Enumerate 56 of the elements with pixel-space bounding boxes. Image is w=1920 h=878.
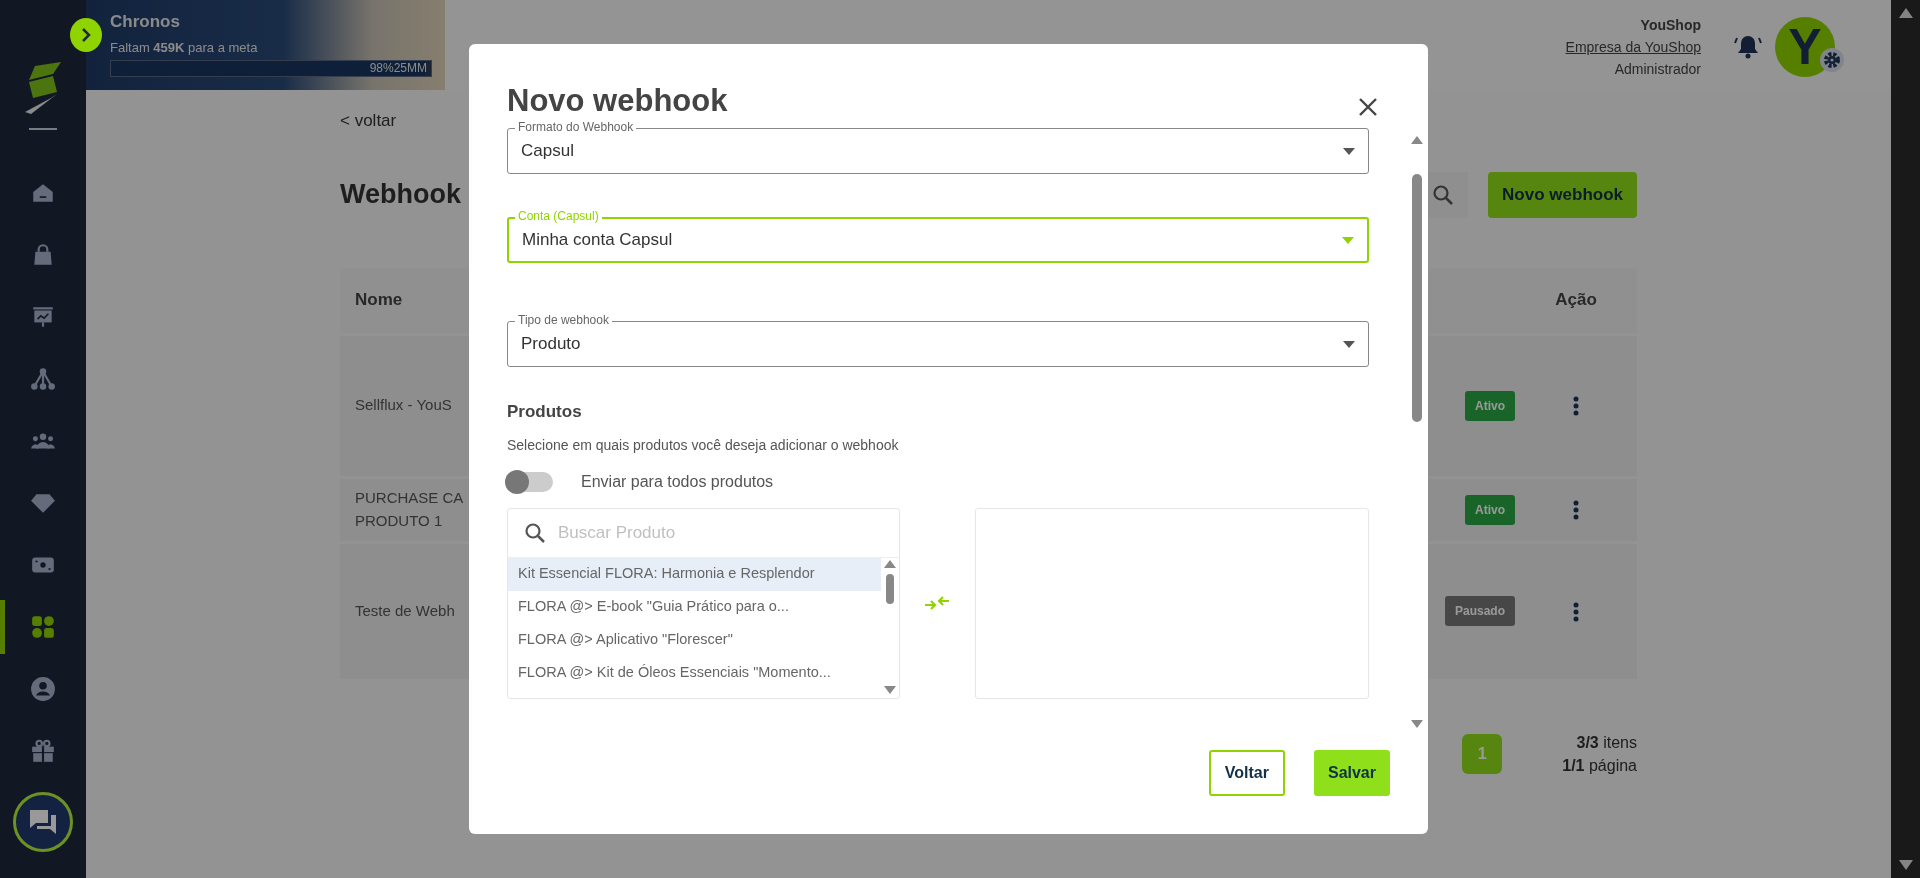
kebab-icon [1573, 500, 1579, 521]
items-count: 3/3 itens [1575, 732, 1637, 753]
network-icon [30, 366, 56, 392]
settings-icon[interactable] [1819, 47, 1845, 73]
toggle-label: Enviar para todos produtos [581, 471, 774, 492]
scroll-up-arrow-icon[interactable] [1898, 8, 1913, 18]
section-description: Selecione em quais produtos você deseja adicionar o webhook [507, 435, 900, 455]
scrollbar[interactable] [1891, 0, 1920, 878]
field-label: Tipo de webhook [515, 312, 612, 328]
status-badge: Pausado [1445, 596, 1515, 626]
status-badge: Ativo [1465, 494, 1515, 525]
column-header: Nome [355, 290, 403, 310]
page-title: Webhook [340, 178, 461, 211]
chat-button[interactable] [13, 792, 73, 852]
toggle-switch[interactable] [507, 471, 553, 492]
goal-text: Faltam 459K para a meta [110, 40, 259, 56]
dropdown-caret-icon [1342, 237, 1354, 245]
dropdown-caret-icon [1343, 341, 1355, 349]
user-circle-icon [30, 676, 56, 702]
section-heading: Produtos [507, 401, 583, 423]
column-header: Ação [1555, 289, 1597, 312]
bell-icon[interactable] [1733, 33, 1763, 61]
banner-title: Chronos [110, 12, 181, 32]
modal-title: Novo webhook [507, 82, 728, 120]
list-item[interactable]: FLORA @> Aplicativo "Florescer" [508, 623, 881, 657]
table-cell-text: Teste de Webh [355, 600, 455, 621]
progress-reading: 98%25MM [369, 61, 427, 76]
list-item[interactable]: Kit Essencial FLORA: Harmonia e Resplendor [508, 557, 881, 591]
presentation-board-icon [30, 304, 56, 330]
close-icon [1358, 96, 1378, 117]
company-link[interactable]: Empresa da YouShop [1565, 39, 1701, 55]
chat-icon [28, 808, 58, 836]
company-name: YouShop [1639, 16, 1701, 35]
save-button[interactable]: Salvar [1313, 750, 1390, 796]
search-icon [524, 522, 546, 545]
list-item[interactable]: FLORA @> Kit de Óleos Essenciais "Momento... [508, 656, 881, 690]
back-link[interactable]: < voltar [340, 108, 397, 134]
logo-icon [23, 62, 63, 114]
grid-icon [30, 614, 56, 640]
search-icon [1432, 183, 1455, 206]
kebab-icon [1573, 601, 1579, 622]
field-label: Conta (Capsul) [515, 208, 602, 224]
user-role: Administrador [1613, 60, 1701, 79]
new-webhook-button[interactable]: Novo webhook [1488, 171, 1637, 218]
table-cell-text: PURCHASE CA PRODUTO 1 [355, 488, 464, 531]
back-button[interactable]: Voltar [1208, 750, 1285, 796]
gift-icon [30, 738, 56, 764]
status-badge: Ativo [1465, 390, 1515, 421]
page-count: 1/1 página [1562, 755, 1637, 776]
table-cell-text: Sellflux - YouS [355, 395, 452, 416]
kebab-icon [1573, 396, 1579, 417]
list-item[interactable]: FLORA @> E-book "Guia Prático para o... [508, 590, 881, 624]
avatar[interactable]: Y [1775, 17, 1835, 77]
dropdown-caret-icon [1343, 148, 1355, 156]
scroll-down-arrow-icon[interactable] [1898, 860, 1913, 870]
chevron-right-icon [81, 28, 91, 42]
